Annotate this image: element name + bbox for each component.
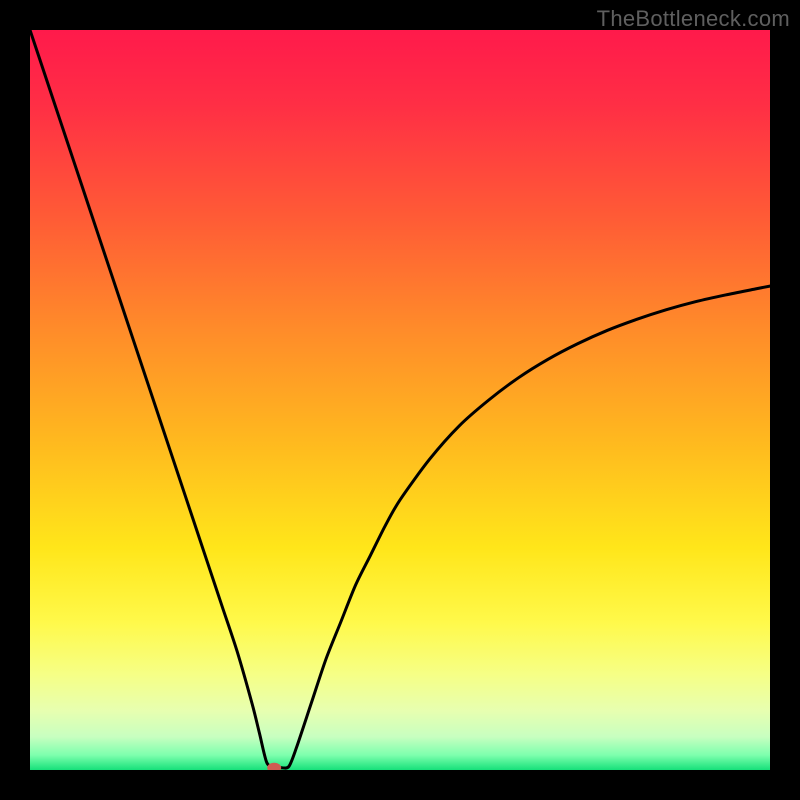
- gradient-background: [30, 30, 770, 770]
- watermark-text: TheBottleneck.com: [597, 6, 790, 32]
- plot-area: [30, 30, 770, 770]
- chart-frame: TheBottleneck.com: [0, 0, 800, 800]
- bottleneck-chart: [30, 30, 770, 770]
